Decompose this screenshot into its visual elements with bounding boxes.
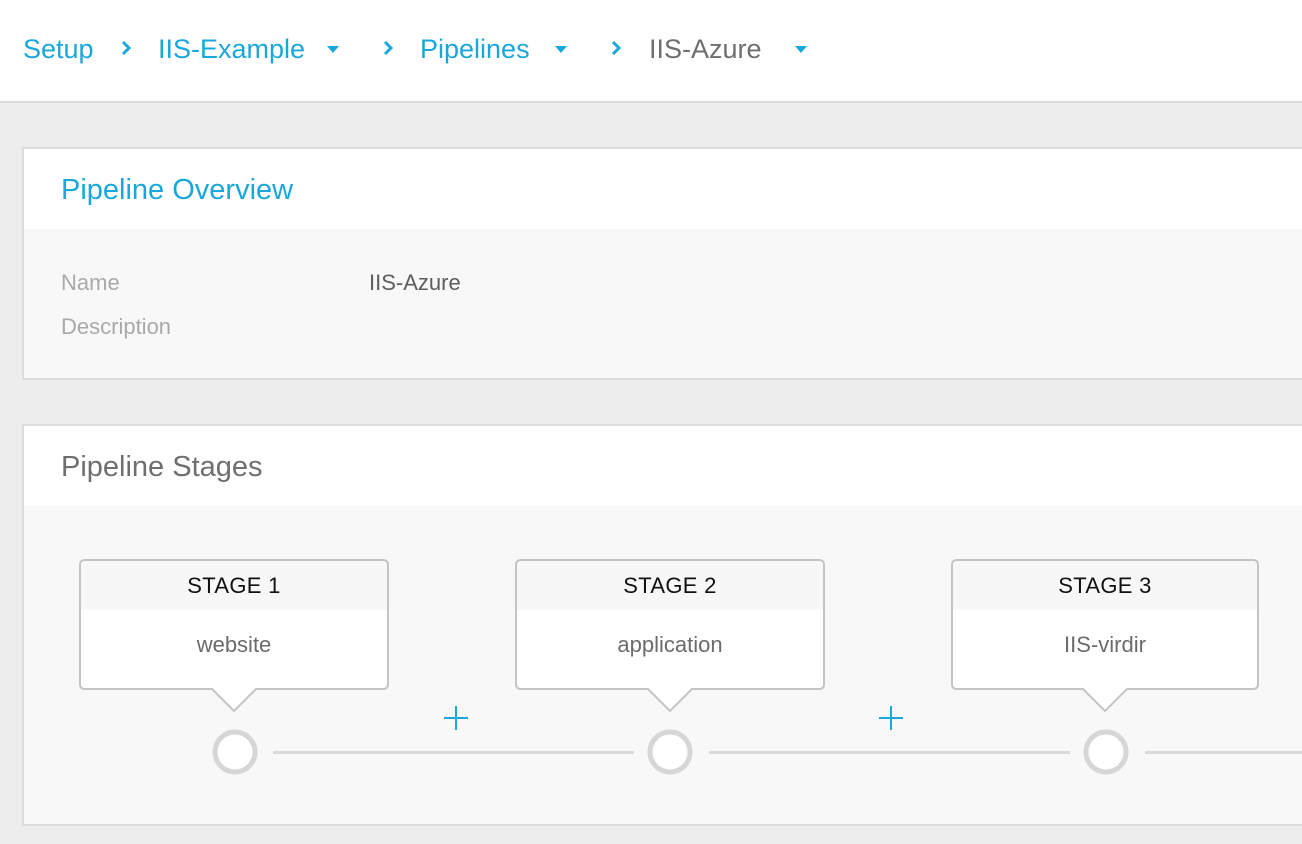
chevron-right-icon [611, 40, 622, 56]
stage-name: application [617, 632, 723, 657]
pipeline-overview-panel: Pipeline Overview Name IIS-Azure Descrip… [22, 147, 1302, 380]
stage-card-1[interactable]: STAGE 1 website [79, 559, 389, 713]
stage-card-3[interactable]: STAGE 3 IIS-virdir [951, 559, 1259, 713]
pipeline-stages-panel: Pipeline Stages STAGE 1 website STAGE 2 … [22, 424, 1302, 826]
stage-card-2[interactable]: STAGE 2 application [515, 559, 825, 713]
pipeline-overview-header: Pipeline Overview [24, 149, 1302, 229]
stage-name: IIS-virdir [1064, 632, 1146, 657]
stage-number: STAGE 3 [1058, 573, 1152, 598]
stage-node-circle-icon[interactable] [1082, 728, 1130, 776]
description-label: Description [61, 314, 172, 339]
chevron-right-icon [121, 40, 132, 56]
name-value: IIS-Azure [369, 270, 461, 295]
stage-node-circle-icon[interactable] [211, 728, 259, 776]
chevron-down-icon[interactable] [554, 45, 568, 54]
breadcrumb-setup-link[interactable]: Setup [23, 29, 94, 69]
breadcrumb: Setup IIS-Example Pipelines IIS-Azure [0, 0, 1302, 103]
stage-number: STAGE 1 [187, 573, 281, 598]
breadcrumb-current-pipeline: IIS-Azure [649, 34, 762, 64]
name-label: Name [61, 270, 120, 295]
chevron-down-icon[interactable] [794, 45, 808, 54]
stage-name: website [196, 632, 272, 657]
add-stage-plus-icon[interactable] [441, 703, 471, 733]
stage-node-circle-icon[interactable] [646, 728, 694, 776]
add-stage-plus-icon[interactable] [876, 703, 906, 733]
pipeline-stages-title: Pipeline Stages [61, 451, 263, 483]
breadcrumb-pipelines-link[interactable]: Pipelines [420, 29, 530, 69]
stage-connector-line [709, 751, 1070, 754]
chevron-right-icon [383, 40, 394, 56]
pipeline-stages-header: Pipeline Stages [24, 426, 1302, 506]
breadcrumb-application-link[interactable]: IIS-Example [158, 29, 305, 69]
stage-connector-line [273, 751, 634, 754]
chevron-down-icon[interactable] [326, 45, 340, 54]
pipeline-overview-title[interactable]: Pipeline Overview [61, 170, 293, 210]
stage-number: STAGE 2 [623, 573, 717, 598]
stage-connector-line [1145, 751, 1302, 754]
